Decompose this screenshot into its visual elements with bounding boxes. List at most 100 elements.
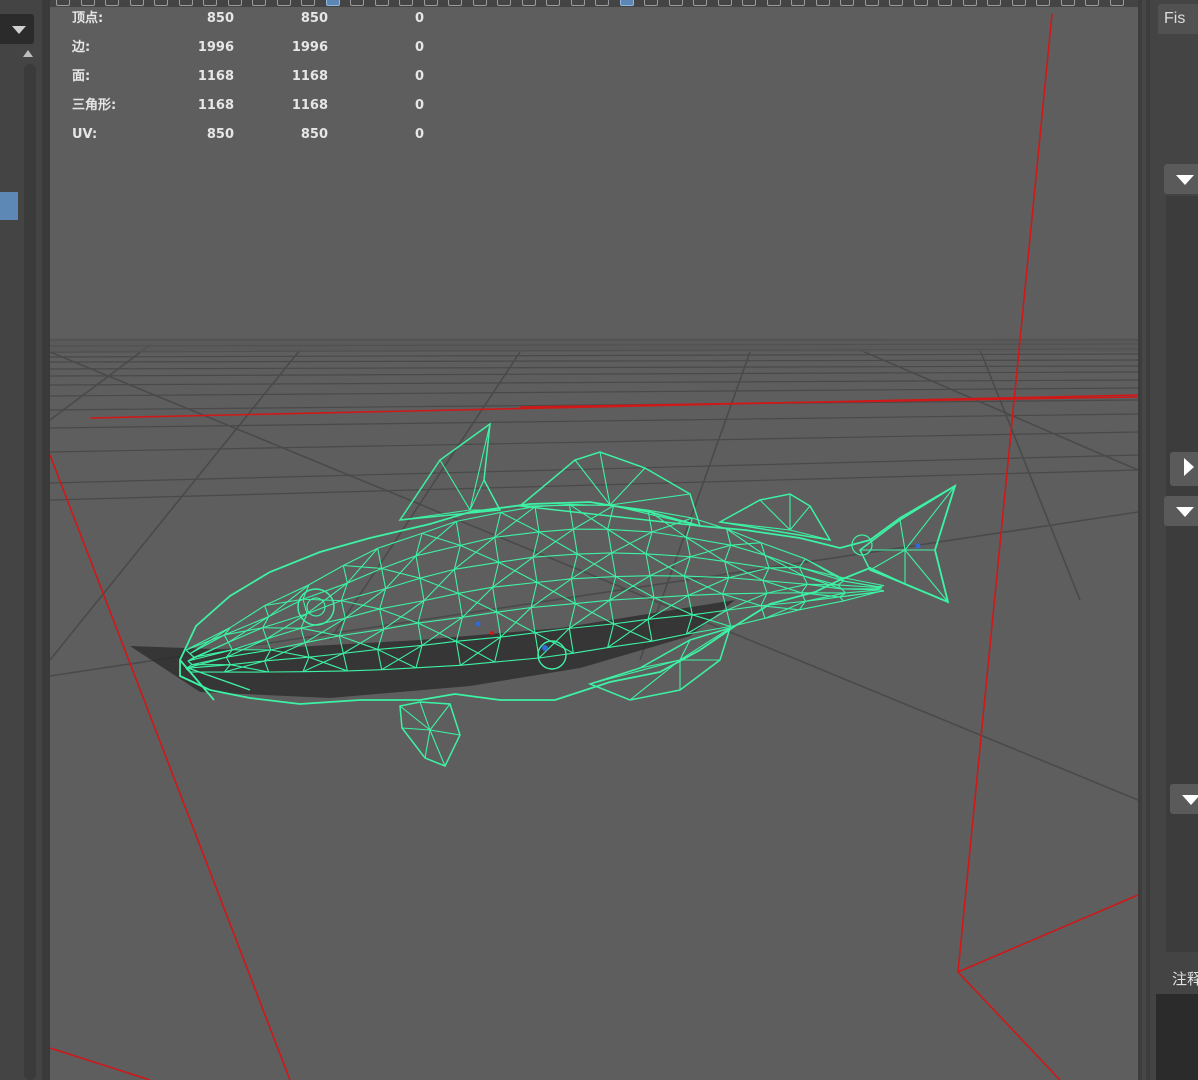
toolbar-tool-icon[interactable]: [423, 0, 438, 6]
hud-value: 0: [414, 98, 424, 113]
panel-splitter[interactable]: [1138, 0, 1150, 1080]
expand-section-button[interactable]: [1164, 496, 1198, 526]
chevron-down-icon: [12, 26, 26, 34]
hud-value: 1168: [291, 69, 328, 84]
toolbar-tool-icon[interactable]: [791, 0, 805, 6]
toolbar-tool-icon[interactable]: [105, 0, 119, 6]
hud-row-edges: 边: 1996 1996 0: [72, 39, 442, 68]
mesh-edge: [807, 583, 838, 586]
maya-window: 顶点: 850 850 0 边: 1996 1996 0 面: 1168 116…: [0, 0, 1198, 1080]
hud-value: 850: [206, 127, 234, 142]
toolbar-tool-icon[interactable]: [1036, 0, 1050, 6]
toolbar-tool-icon[interactable]: [129, 0, 144, 6]
hud-label: UV:: [72, 127, 98, 142]
mesh-edge: [768, 566, 800, 569]
toolbar-tool-icon[interactable]: [987, 0, 1001, 6]
left-scrollbar[interactable]: [24, 64, 36, 1080]
toolbar-tool-icon[interactable]: [448, 0, 462, 6]
toolbar-tool-icon[interactable]: [301, 0, 315, 6]
collapsed-section-button[interactable]: [1170, 452, 1198, 486]
selected-item-marker[interactable]: [0, 192, 18, 220]
hud-label: 面:: [72, 69, 91, 84]
toolbar-tool-icon[interactable]: [472, 0, 487, 6]
toolbar-tool-icon[interactable]: [80, 0, 95, 6]
toolbar-tool-icon[interactable]: [203, 0, 217, 6]
hud-label: 顶点:: [72, 11, 104, 26]
toolbar-tool-icon[interactable]: [399, 0, 413, 6]
hud-row-triangles: 三角形: 1168 1168 0: [72, 97, 442, 126]
toolbar-tool-icon[interactable]: [497, 0, 511, 6]
toolbar-tool-icon[interactable]: [864, 0, 879, 6]
toolbar-tool-icon[interactable]: [178, 0, 193, 6]
toolbar-tool-icon[interactable]: [1060, 0, 1075, 6]
3d-viewport[interactable]: [50, 0, 1138, 1080]
toolbar-tool-icon[interactable]: [374, 0, 389, 6]
toolbar-tool-icon[interactable]: [840, 0, 854, 6]
toolbar-tool-icon[interactable]: [252, 0, 266, 6]
hud-row-vertices: 顶点: 850 850 0: [72, 10, 442, 39]
mesh-edge: [302, 670, 348, 673]
hud-row-uvs: UV: 850 850 0: [72, 126, 442, 155]
toolbar-tool-icon[interactable]: [570, 0, 585, 6]
left-panel: [0, 0, 50, 1080]
chevron-down-icon: [1176, 507, 1194, 517]
expand-section-button[interactable]: [1164, 164, 1198, 194]
toolbar-tool-icon[interactable]: [1109, 0, 1124, 6]
grid-horizon-band: [50, 338, 1138, 352]
toolbar-tool-icon[interactable]: [766, 0, 781, 6]
hud-value: 1168: [291, 98, 328, 113]
hud-value: 0: [414, 40, 424, 55]
toolbar-tool-icon[interactable]: [717, 0, 732, 6]
viewport-canvas[interactable]: [50, 0, 1138, 1080]
chevron-right-icon: [1184, 458, 1194, 476]
chevron-down-icon: [1182, 795, 1198, 805]
hud-value: 1168: [197, 98, 234, 113]
toolbar-tool-icon[interactable]: [1011, 0, 1026, 6]
toolbar-tool-icon[interactable]: [742, 0, 756, 6]
poly-count-hud: 顶点: 850 850 0 边: 1996 1996 0 面: 1168 116…: [72, 10, 442, 155]
tab-fish[interactable]: Fis: [1158, 4, 1198, 34]
hud-value: 1996: [197, 40, 234, 55]
hud-value: 1168: [197, 69, 234, 84]
toolbar-tool-icon[interactable]: [938, 0, 952, 6]
toolbar-tool-icon[interactable]: [1085, 0, 1099, 6]
toolbar-tool-icon[interactable]: [889, 0, 903, 6]
hud-label: 三角形:: [72, 98, 117, 113]
toolbar-tool-icon[interactable]: [325, 0, 340, 6]
hud-value: 0: [414, 69, 424, 84]
toolbar-tool-icon[interactable]: [693, 0, 707, 6]
attribute-editor-panel: Fis 注释: [1150, 0, 1198, 1080]
pivot-marker: [490, 631, 494, 635]
hud-value: 1996: [291, 40, 328, 55]
toolbar-tool-icon[interactable]: [546, 0, 560, 6]
viewport-background: [50, 0, 1138, 1080]
hud-label: 边:: [72, 40, 91, 55]
notes-textarea[interactable]: [1156, 994, 1198, 1080]
scroll-up-arrow-icon[interactable]: [23, 50, 33, 57]
splitter-handle[interactable]: [1142, 0, 1146, 1080]
toolbar-tool-icon[interactable]: [962, 0, 977, 6]
toolbar-tool-icon[interactable]: [815, 0, 830, 6]
pivot-marker: [915, 543, 921, 549]
toolbar-tool-icon[interactable]: [595, 0, 609, 6]
toolbar-tool-icon[interactable]: [619, 0, 634, 6]
hud-value: 850: [300, 127, 328, 142]
toolbar-tool-icon[interactable]: [350, 0, 364, 6]
toolbar-tool-icon[interactable]: [276, 0, 291, 6]
pivot-marker: [542, 645, 548, 651]
viewport-toolbar: [50, 0, 1138, 7]
panel-menu-dropdown[interactable]: [0, 14, 34, 44]
toolbar-tool-icon[interactable]: [521, 0, 536, 6]
panel-divider[interactable]: [42, 0, 50, 1080]
expand-section-button[interactable]: [1170, 784, 1198, 814]
pivot-marker: [475, 621, 481, 627]
hud-value: 0: [414, 127, 424, 142]
toolbar-tool-icon[interactable]: [154, 0, 168, 6]
toolbar-tool-icon[interactable]: [668, 0, 683, 6]
hud-value: 850: [300, 11, 328, 26]
attribute-column: [1166, 196, 1198, 952]
toolbar-tool-icon[interactable]: [56, 0, 70, 6]
toolbar-tool-icon[interactable]: [644, 0, 658, 6]
toolbar-tool-icon[interactable]: [227, 0, 242, 6]
toolbar-tool-icon[interactable]: [913, 0, 928, 6]
